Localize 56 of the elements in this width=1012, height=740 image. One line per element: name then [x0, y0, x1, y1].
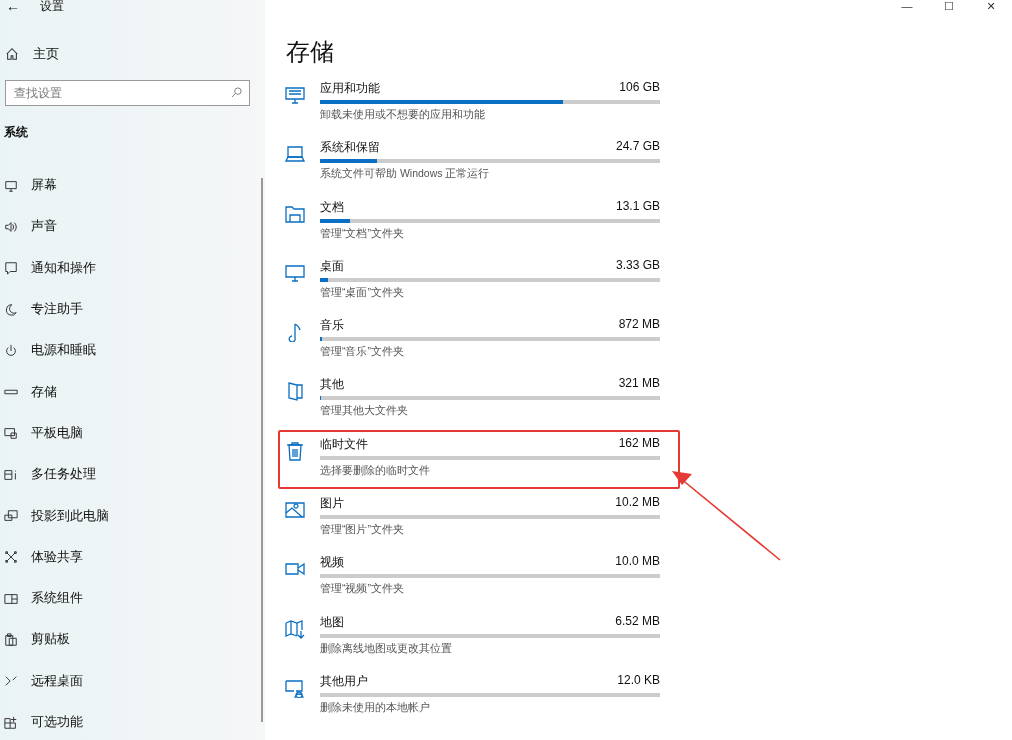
sidebar-item[interactable]: 屏幕: [0, 165, 265, 207]
category-description: 管理“图片”文件夹: [320, 523, 405, 538]
sidebar-item[interactable]: 远程桌面: [0, 660, 265, 702]
sidebar-item[interactable]: 剪贴板: [0, 619, 265, 661]
sidebar-item[interactable]: 系统组件: [0, 577, 265, 620]
page-title: 存储: [286, 37, 335, 67]
category-name[interactable]: 临时文件: [320, 435, 368, 452]
category-description: 卸载未使用或不想要的应用和功能: [320, 108, 486, 122]
category-size: 24.7 GB: [615, 139, 660, 156]
category-description: 删除未使用的本地帐户: [320, 700, 431, 715]
window-control[interactable]: —: [886, 0, 928, 13]
category-description: 管理“视频”文件夹: [320, 582, 405, 597]
back-button[interactable]: ←: [6, 0, 20, 12]
category-name[interactable]: 图片: [320, 495, 344, 512]
category-size: 13.1 GB: [615, 198, 660, 215]
category-size: 321 MB: [618, 376, 660, 393]
category-description: 删除离线地图或更改其位置: [320, 641, 453, 656]
category-size: 10.0 MB: [615, 554, 660, 571]
category-description: 管理“文档”文件夹: [320, 226, 405, 241]
window-control[interactable]: ☐: [928, 0, 970, 13]
window-title: 设置: [40, 0, 64, 12]
category-size: 106 GB: [619, 80, 660, 96]
sidebar-item[interactable]: 多任务处理: [0, 454, 265, 496]
category-name[interactable]: 其他: [320, 376, 344, 393]
sidebar-item[interactable]: 投影到此电脑: [0, 495, 265, 537]
search-field[interactable]: 查找设置: [5, 80, 250, 106]
home-link[interactable]: 主页: [0, 44, 265, 64]
category-name[interactable]: 桌面: [320, 257, 344, 274]
category-size: 872 MB: [618, 317, 660, 334]
sidebar-item[interactable]: 声音: [0, 206, 265, 248]
category-description: 管理“桌面”文件夹: [320, 285, 405, 300]
category-name[interactable]: 其他用户: [320, 672, 368, 689]
sidebar-item[interactable]: 专注助手: [0, 288, 265, 331]
category-size: 162 MB: [618, 435, 660, 452]
category-name[interactable]: 音乐: [320, 317, 344, 334]
sidebar-item[interactable]: 通知和操作: [0, 247, 265, 289]
category-name[interactable]: 应用和功能: [320, 80, 380, 96]
window-control[interactable]: ✕: [970, 0, 1012, 13]
category-name[interactable]: 地图: [320, 613, 344, 630]
category-name[interactable]: 视频: [320, 554, 344, 571]
category-name[interactable]: 文档: [320, 198, 344, 215]
category-size: 6.52 MB: [615, 613, 660, 630]
category-name[interactable]: 系统和保留: [320, 139, 380, 156]
category-description: 系统文件可帮助 Windows 正常运行: [320, 167, 491, 182]
sidebar-item[interactable]: 电源和睡眠: [0, 330, 265, 372]
sidebar-item[interactable]: 平板电脑: [0, 412, 265, 455]
section-heading: 系统: [3, 124, 29, 141]
category-description: 管理其他大文件夹: [320, 404, 409, 419]
category-size: 12.0 KB: [617, 672, 660, 689]
category-size: 10.2 MB: [615, 495, 660, 512]
category-description: 管理“音乐”文件夹: [320, 345, 405, 360]
sidebar-item[interactable]: 可选功能: [0, 701, 265, 740]
sidebar-item[interactable]: 存储: [0, 371, 265, 413]
category-description: 选择要删除的临时文件: [320, 463, 431, 478]
sidebar-item[interactable]: 体验共享: [0, 536, 265, 578]
category-size: 3.33 GB: [615, 257, 660, 274]
